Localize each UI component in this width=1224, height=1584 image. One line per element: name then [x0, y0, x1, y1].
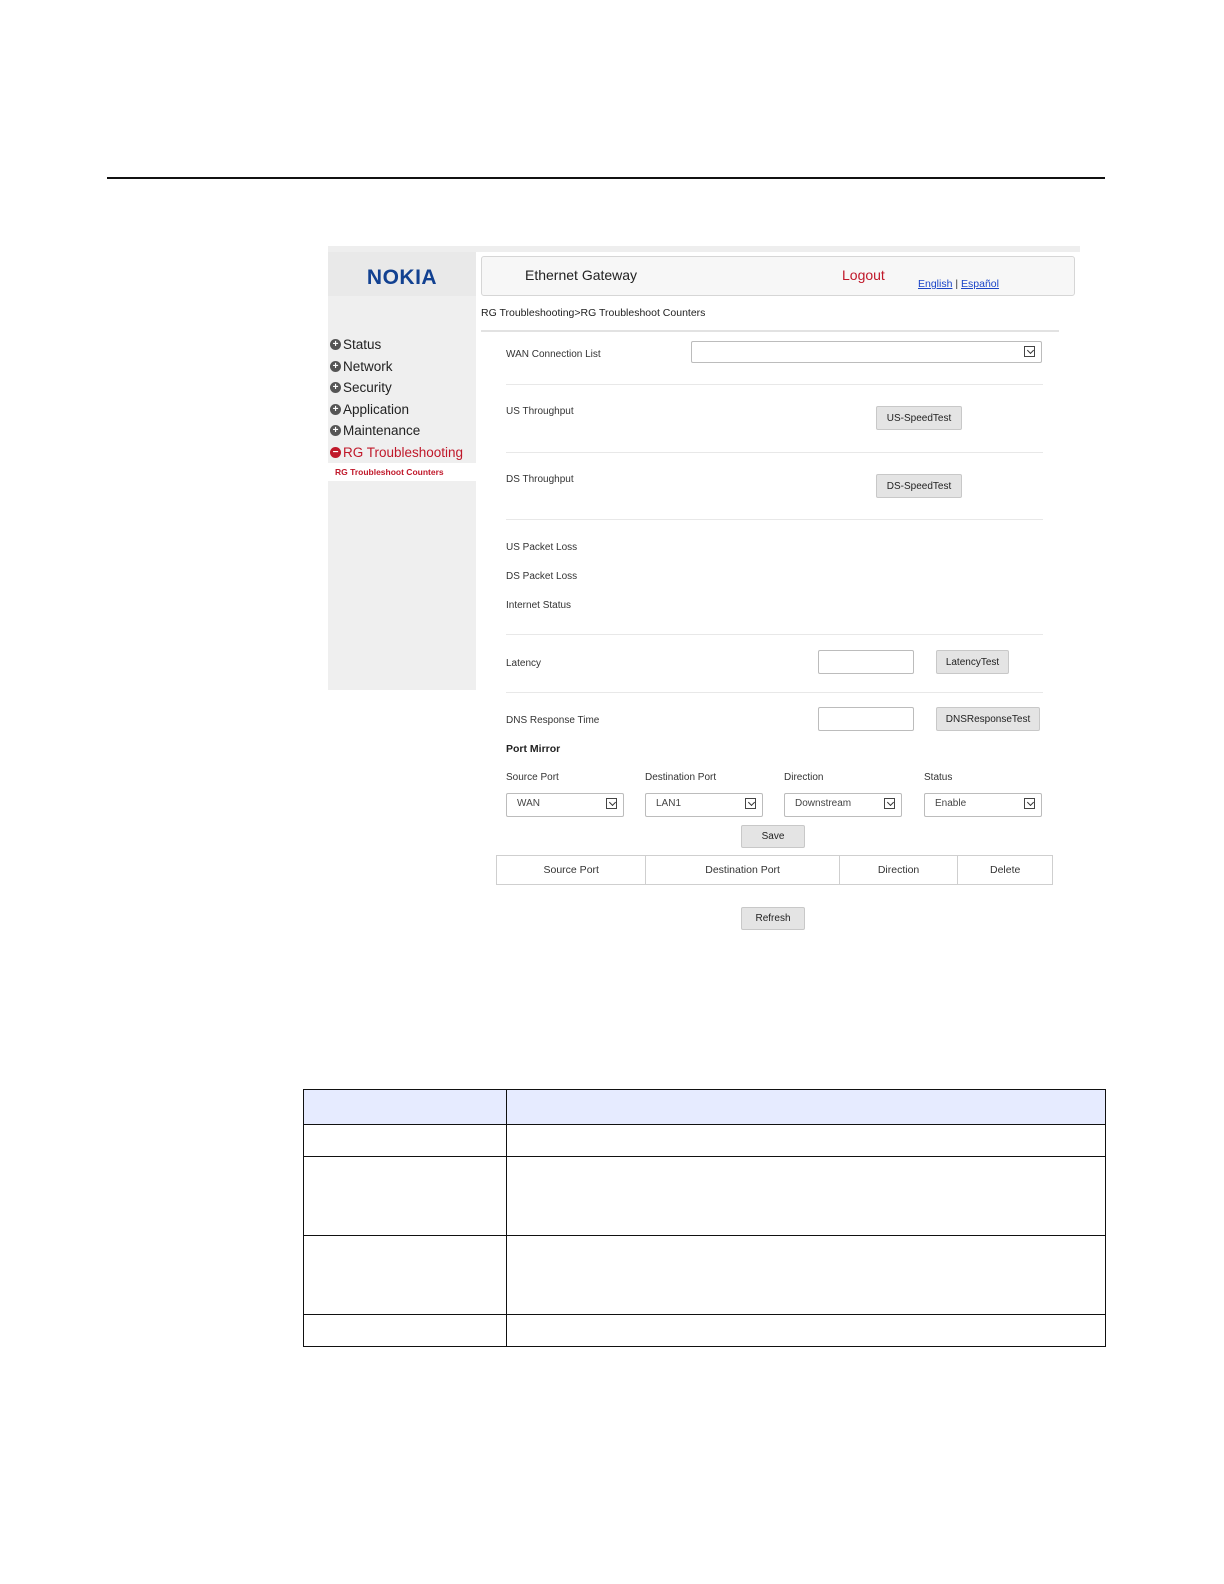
dns-response-time-field[interactable] [818, 707, 914, 731]
table-cell [506, 1235, 1106, 1315]
destination-port-select[interactable]: LAN1 [645, 793, 763, 817]
table-row [303, 1314, 1106, 1347]
sidebar-subitem-rg-troubleshoot-counters[interactable]: RG Troubleshoot Counters [335, 467, 444, 477]
plus-icon: + [330, 339, 341, 351]
table-header-source-port: Source Port [497, 856, 647, 884]
table-header-delete: Delete [989, 864, 1021, 876]
direction-label: Direction [784, 772, 824, 783]
app-title: Ethernet Gateway [525, 267, 638, 283]
table-row [303, 1156, 1106, 1236]
source-port-value: WAN [517, 798, 540, 809]
chevron-down-icon [606, 798, 617, 809]
nokia-logo: NOKIA [366, 266, 438, 289]
plus-icon: + [330, 425, 341, 437]
table-cell [506, 1089, 1106, 1125]
sidebar-item-label: Maintenance [343, 423, 421, 439]
status-select[interactable]: Enable [924, 793, 1042, 817]
parameter-table [303, 1089, 1106, 1347]
direction-select[interactable]: Downstream [784, 793, 902, 817]
breadcrumb: RG Troubleshooting>RG Troubleshoot Count… [481, 307, 706, 319]
wan-connection-select[interactable] [691, 341, 1042, 363]
breadcrumb-divider [481, 330, 1059, 332]
source-port-select[interactable]: WAN [506, 793, 624, 817]
divider [506, 384, 1043, 385]
language-separator: | [955, 278, 959, 290]
chevron-down-icon [1024, 346, 1035, 357]
table-cell [506, 1156, 1106, 1236]
minus-icon: − [330, 446, 341, 458]
page-top-rule [107, 177, 1105, 179]
latency-field[interactable] [818, 650, 914, 674]
chevron-down-icon [884, 798, 895, 809]
table-header-row [303, 1089, 1106, 1125]
sidebar-item-label: RG Troubleshooting [343, 444, 464, 460]
sidebar-nav: + Status + Network + Security + Applicat… [328, 334, 476, 463]
direction-value: Downstream [795, 798, 852, 809]
header-bar: Ethernet Gateway Logout English | Españo… [481, 256, 1075, 296]
sidebar-item-maintenance[interactable]: + Maintenance [328, 420, 476, 442]
table-cell [303, 1124, 507, 1157]
sidebar-item-network[interactable]: + Network [328, 356, 476, 378]
sidebar-item-label: Security [343, 380, 392, 396]
sidebar-item-status[interactable]: + Status [328, 334, 476, 356]
sidebar-item-label: Application [343, 401, 410, 417]
english-link[interactable]: English [918, 278, 952, 290]
sidebar-item-label: Network [343, 358, 393, 374]
table-cell [506, 1314, 1106, 1347]
wan-connection-list-label: WAN Connection List [506, 349, 601, 360]
plus-icon: + [330, 403, 341, 415]
us-packet-loss-label: US Packet Loss [506, 542, 578, 553]
ds-speedtest-button[interactable]: DS-SpeedTest [876, 474, 962, 498]
latency-label: Latency [506, 658, 542, 669]
ds-throughput-label: DS Throughput [506, 474, 574, 485]
status-label: Status [924, 772, 953, 783]
divider [506, 692, 1043, 693]
dns-response-test-button[interactable]: DNSResponseTest [936, 707, 1040, 731]
sidebar-item-security[interactable]: + Security [328, 377, 476, 399]
us-speedtest-button[interactable]: US-SpeedTest [876, 406, 962, 430]
gateway-screenshot: NOKIA + Status + Network + Security + Ap… [328, 246, 1080, 946]
internet-status-label: Internet Status [506, 600, 572, 611]
port-mirror-table: Source Port Destination Port Direction D… [496, 855, 1053, 885]
logo-block: NOKIA [328, 252, 476, 296]
table-cell [506, 1124, 1106, 1157]
language-switch: English | Español [918, 278, 999, 290]
logout-link[interactable]: Logout [842, 267, 885, 283]
sidebar-item-application[interactable]: + Application [328, 399, 476, 421]
table-cell [303, 1089, 507, 1125]
table-row [303, 1235, 1106, 1315]
ds-packet-loss-label: DS Packet Loss [506, 571, 578, 582]
chevron-down-icon [1024, 798, 1035, 809]
chevron-down-icon [745, 798, 756, 809]
sidebar-item-label: Status [343, 337, 382, 353]
espanol-link[interactable]: Español [961, 278, 999, 290]
dns-response-time-label: DNS Response Time [506, 715, 600, 726]
destination-port-label: Destination Port [645, 772, 717, 783]
plus-icon: + [330, 382, 341, 394]
divider [506, 634, 1043, 635]
table-cell [303, 1235, 507, 1315]
us-throughput-label: US Throughput [506, 406, 574, 417]
table-header-destination-port: Destination Port [646, 856, 840, 884]
latency-test-button[interactable]: LatencyTest [936, 650, 1009, 674]
sidebar-item-rg-troubleshooting[interactable]: − RG Troubleshooting [328, 442, 476, 464]
port-mirror-title: Port Mirror [506, 743, 561, 755]
table-cell [303, 1314, 507, 1347]
destination-port-value: LAN1 [656, 798, 682, 809]
table-header-direction: Direction [840, 856, 959, 884]
table-row [303, 1124, 1106, 1157]
table-cell [303, 1156, 507, 1236]
save-button[interactable]: Save [741, 825, 805, 848]
source-port-label: Source Port [506, 772, 559, 783]
divider [506, 519, 1043, 520]
refresh-button[interactable]: Refresh [741, 907, 805, 930]
plus-icon: + [330, 360, 341, 372]
divider [506, 452, 1043, 453]
status-value: Enable [935, 798, 967, 809]
